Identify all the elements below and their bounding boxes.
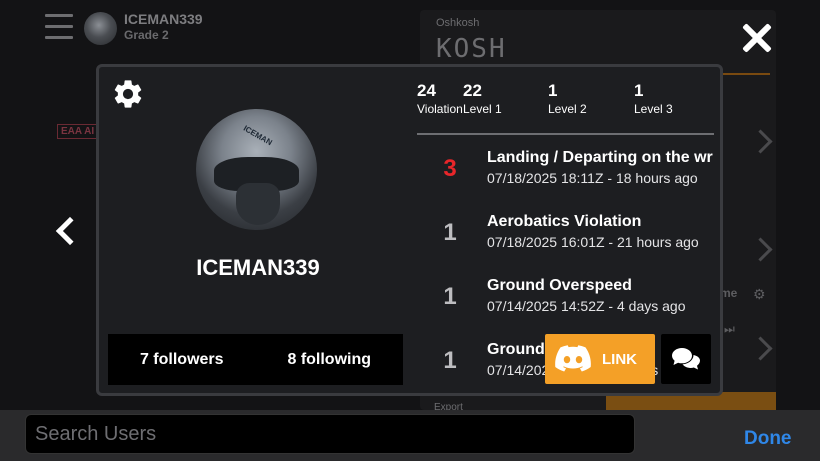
background-gear-icon: ⚙ [753,286,766,302]
avatar-helmet-text: ICEMAN [241,123,274,148]
stat-label: Level 2 [548,102,587,116]
background-username: ICEMAN339 [124,11,203,27]
stat-total: 24 Violations [417,81,463,116]
discord-icon [555,345,591,372]
violation-meta: 07/18/2025 18:11Z - 18 hours ago [487,170,698,186]
violation-count: 1 [443,283,457,310]
violation-title: Landing / Departing on the wrong runway [487,149,713,166]
discord-link-button[interactable]: LINK [545,334,655,384]
background-location: Oshkosh [436,17,480,29]
violation-title: Ground Overspeed [487,277,632,294]
background-airport-code: KOSH [436,34,507,64]
stat-value: 1 [548,81,558,100]
stat-label: Level 3 [634,102,673,116]
background-grade: Grade 2 [124,28,169,42]
close-icon[interactable] [740,22,772,54]
background-user-avatar [84,12,117,45]
stat-level-1: 22 Level 1 [463,81,502,116]
following-count[interactable]: 8 following [256,351,404,369]
violation-row[interactable]: 1 Ground Overspeed 07/14/2025 14:52Z - 4… [417,265,713,329]
violation-row[interactable]: 3 Landing / Departing on the wrong runwa… [417,137,713,201]
follow-bar: 7 followers 8 following [108,334,403,385]
search-users-input[interactable] [25,414,635,454]
stat-level-2: 1 Level 2 [548,81,587,116]
stat-level-3: 1 Level 3 [634,81,673,116]
stats-header: 24 Violations 22 Level 1 1 Level 2 1 Lev… [417,81,713,121]
background-skip-icon: ⏭ [724,322,735,336]
followers-count[interactable]: 7 followers [108,351,256,369]
done-button[interactable]: Done [744,428,792,450]
chat-button[interactable] [661,334,711,384]
chat-bubbles-icon [672,348,700,370]
violation-row[interactable]: 1 Aerobatics Violation 07/18/2025 16:01Z… [417,201,713,265]
violation-count: 1 [443,347,457,374]
profile-username: ICEMAN339 [196,255,320,280]
violation-title: Aerobatics Violation [487,213,642,230]
avatar-mask [236,183,280,225]
stat-value: 1 [634,81,644,100]
violation-meta: 07/18/2025 16:01Z - 21 hours ago [487,234,699,250]
violation-meta: 07/14/2025 14:52Z - 4 days ago [487,298,686,314]
link-label: LINK [602,351,637,368]
stats-divider [417,133,714,135]
chevron-left-icon[interactable] [46,212,80,252]
violation-count: 3 [443,155,457,182]
stat-value: 24 [417,81,436,100]
violation-count: 1 [443,219,457,246]
avatar: ICEMAN [196,109,317,230]
stat-label: Violations [417,102,463,116]
menu-icon[interactable] [45,14,73,40]
stat-label: Level 1 [463,102,502,116]
stat-value: 22 [463,81,482,100]
gear-icon[interactable] [111,77,145,111]
background-tag: EAA AI [57,124,99,139]
